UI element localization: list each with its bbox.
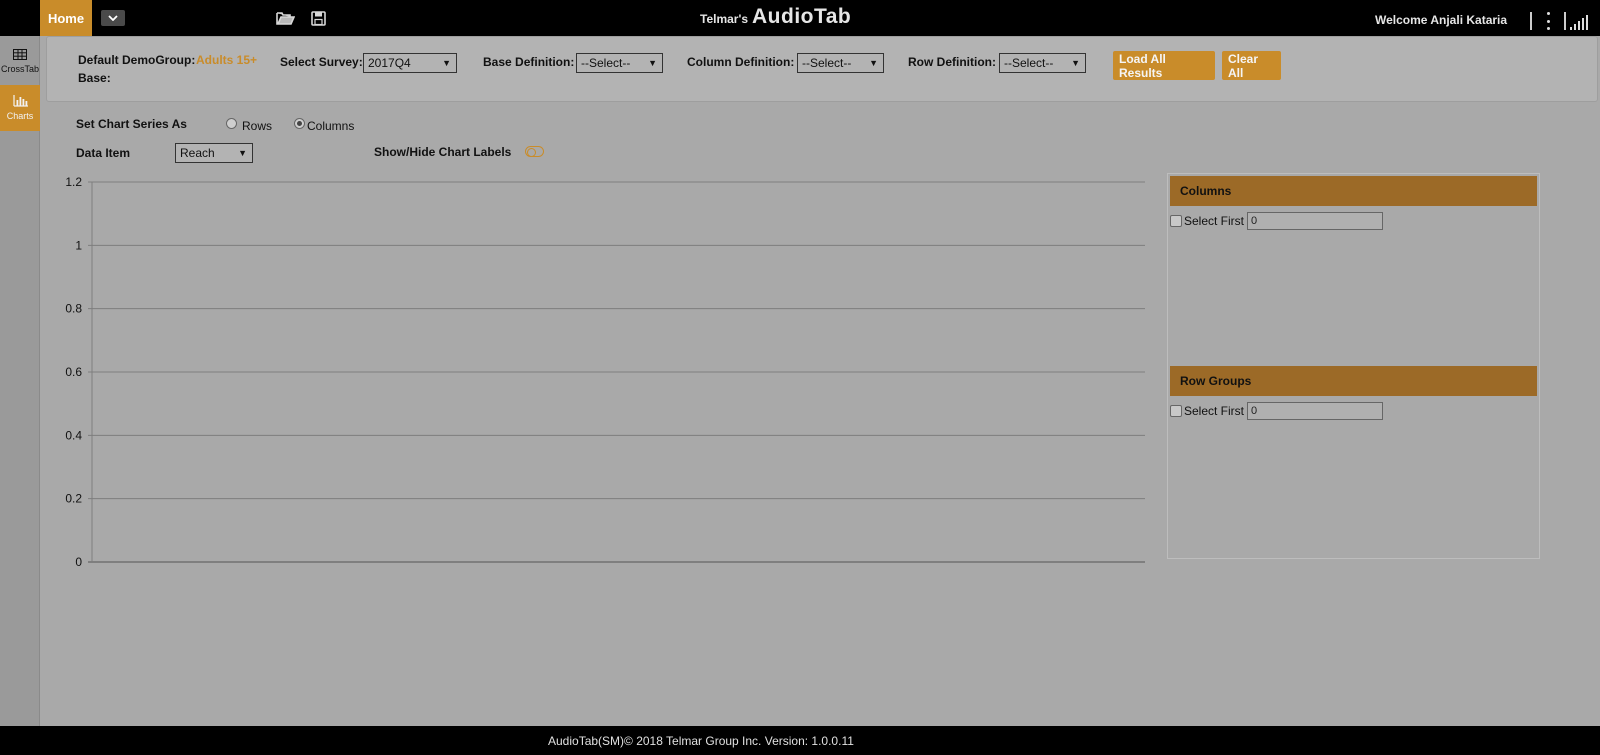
survey-label: Select Survey: <box>280 55 363 69</box>
base-label: Base: <box>78 71 111 85</box>
columns-select-first-label: Select First <box>1184 214 1245 228</box>
base-definition-select[interactable]: --Select-- ▼ <box>576 53 663 73</box>
kebab-menu-icon[interactable] <box>1544 12 1552 30</box>
home-dropdown-button[interactable] <box>101 10 125 26</box>
y-tick-label: 0.4 <box>65 428 82 442</box>
row-definition-value: --Select-- <box>1004 56 1054 70</box>
y-tick-label: 0.6 <box>65 365 82 379</box>
welcome-user: Welcome Anjali Kataria <box>1375 13 1508 27</box>
dropdown-arrow-icon: ▼ <box>1071 58 1080 68</box>
clear-all-button[interactable]: Clear All <box>1222 51 1281 80</box>
filter-bar: Default DemoGroup: Adults 15+ Base: Sele… <box>46 36 1598 102</box>
columns-select-first-row: Select First 0 <box>1170 212 1384 230</box>
save-icon <box>310 10 326 26</box>
app-title-brand: Telmar's <box>700 12 748 26</box>
folder-open-icon <box>275 12 295 25</box>
chart-labels-toggle[interactable] <box>525 146 544 157</box>
column-definition-value: --Select-- <box>802 56 852 70</box>
row-groups-select-first-label: Select First <box>1184 404 1245 418</box>
row-groups-count-input[interactable]: 0 <box>1247 402 1384 420</box>
row-groups-select-first-row: Select First 0 <box>1170 402 1384 420</box>
dropdown-arrow-icon: ▼ <box>442 58 451 68</box>
sidebar-item-charts[interactable]: Charts <box>0 85 40 131</box>
columns-select-first-checkbox[interactable] <box>1170 215 1182 227</box>
table-icon <box>13 48 27 60</box>
y-tick-label: 0.8 <box>65 302 82 316</box>
app-title: Telmar's AudioTab <box>700 5 851 31</box>
y-tick-label: 1.2 <box>65 175 82 189</box>
column-definition-select[interactable]: --Select-- ▼ <box>797 53 884 73</box>
sidebar-item-crosstab[interactable]: CrossTab <box>0 38 40 84</box>
data-item-select[interactable]: Reach ▼ <box>175 143 253 163</box>
signal-icon <box>1570 14 1590 30</box>
row-definition-label: Row Definition: <box>908 55 996 69</box>
row-groups-header: Row Groups <box>1170 366 1537 396</box>
series-selection-panel: Columns Select First 0 Row Groups Select… <box>1167 173 1540 559</box>
chevron-down-icon <box>108 15 118 21</box>
dropdown-arrow-icon: ▼ <box>238 148 247 158</box>
columns-radio-label[interactable]: Columns <box>307 119 354 133</box>
columns-count-input[interactable]: 0 <box>1247 212 1384 230</box>
chart-labels-toggle-label: Show/Hide Chart Labels <box>374 145 512 159</box>
demogroup-label: Default DemoGroup: <box>78 53 196 67</box>
home-tab[interactable]: Home <box>40 0 92 36</box>
footer: AudioTab(SM)© 2018 Telmar Group Inc. Ver… <box>0 726 1600 755</box>
dropdown-arrow-icon: ▼ <box>869 58 878 68</box>
base-definition-label: Base Definition: <box>483 55 575 69</box>
left-sidebar: CrossTab Charts <box>0 36 40 726</box>
survey-select[interactable]: 2017Q4 ▼ <box>363 53 457 73</box>
demogroup-value[interactable]: Adults 15+ <box>196 53 257 67</box>
y-tick-label: 0.2 <box>65 492 82 506</box>
save-file-button[interactable] <box>308 9 328 27</box>
app-title-name: AudioTab <box>752 5 852 28</box>
bar-chart-icon <box>12 95 28 107</box>
sidebar-item-label: CrossTab <box>0 63 39 74</box>
data-item-value: Reach <box>180 146 215 160</box>
row-groups-select-first-checkbox[interactable] <box>1170 405 1182 417</box>
divider <box>1530 12 1532 30</box>
load-all-results-button[interactable]: Load All Results <box>1113 51 1215 80</box>
chart-series-label: Set Chart Series As <box>76 117 187 131</box>
chart-area: 0 0.2 0.4 0.6 0.8 1 1.2 <box>60 172 1150 572</box>
open-file-button[interactable] <box>275 9 295 27</box>
top-bar: Home Telmar's AudioTab Welcome Anjali Ka… <box>0 0 1600 36</box>
base-definition-value: --Select-- <box>581 56 631 70</box>
columns-header: Columns <box>1170 176 1537 206</box>
rows-radio-label[interactable]: Rows <box>242 119 272 133</box>
column-definition-label: Column Definition: <box>687 55 795 69</box>
row-definition-select[interactable]: --Select-- ▼ <box>999 53 1086 73</box>
data-item-label: Data Item <box>76 146 131 160</box>
divider <box>1564 12 1566 30</box>
dropdown-arrow-icon: ▼ <box>648 58 657 68</box>
columns-radio[interactable] <box>294 118 305 129</box>
y-tick-label: 1 <box>75 238 82 252</box>
y-tick-label: 0 <box>75 555 82 569</box>
footer-copyright: AudioTab(SM)© 2018 Telmar Group Inc. Ver… <box>548 734 854 748</box>
chart-svg: 0 0.2 0.4 0.6 0.8 1 1.2 <box>65 175 1145 569</box>
survey-select-value: 2017Q4 <box>368 56 411 70</box>
rows-radio[interactable] <box>226 118 237 129</box>
sidebar-item-label: Charts <box>6 111 34 121</box>
